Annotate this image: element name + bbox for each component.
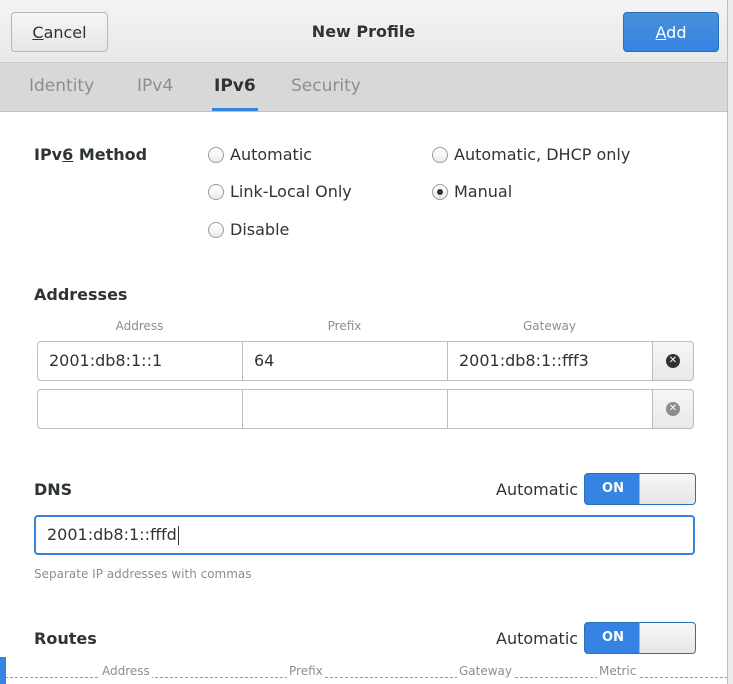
- routes-automatic-label: Automatic: [496, 629, 579, 648]
- radio-automatic-dhcp-only-circle: [432, 146, 448, 163]
- radio-automatic[interactable]: Automatic: [208, 145, 312, 164]
- radio-automatic-dhcp-only-label: Automatic, DHCP only: [454, 145, 631, 164]
- tab-identity[interactable]: Identity: [29, 63, 94, 111]
- radio-manual[interactable]: Manual: [432, 182, 512, 201]
- add-button-label: Add: [655, 22, 687, 42]
- radio-manual-label: Manual: [454, 182, 513, 201]
- ipv6-method-label: IPv6 Method: [34, 145, 148, 164]
- column-header-gateway: Gateway: [522, 319, 576, 333]
- header-bar: Cancel New Profile Add: [0, 0, 727, 63]
- text-caret: [177, 526, 179, 545]
- routes-automatic-switch[interactable]: ON: [584, 622, 696, 654]
- addresses-label: Addresses: [34, 285, 128, 304]
- dns-switch-on-label: ON: [602, 481, 624, 496]
- routes-column-header-prefix: Prefix: [287, 664, 325, 678]
- radio-link-local-only[interactable]: Link-Local Only: [208, 182, 352, 201]
- background-accent-edge: [0, 657, 6, 684]
- prefix-input[interactable]: 64: [242, 341, 448, 381]
- dns-input-value: 2001:db8:1::fffd: [47, 525, 177, 544]
- add-button[interactable]: Add: [623, 12, 719, 52]
- routes-column-header-gateway: Gateway: [457, 664, 515, 678]
- radio-automatic-label: Automatic: [230, 145, 313, 164]
- address-input-empty[interactable]: [37, 389, 243, 429]
- tab-ipv6[interactable]: IPv6: [212, 63, 258, 111]
- column-header-prefix: Prefix: [327, 319, 362, 333]
- dns-label: DNS: [34, 480, 73, 499]
- dns-automatic-switch[interactable]: ON: [584, 473, 696, 505]
- radio-disable[interactable]: Disable: [208, 220, 289, 239]
- new-profile-dialog: Cancel New Profile Add Identity IPv4 IPv…: [0, 0, 728, 684]
- tab-security[interactable]: Security: [291, 63, 361, 111]
- routes-column-header-address: Address: [100, 664, 152, 678]
- close-icon: ✕: [666, 354, 680, 368]
- routes-switch-on-label: ON: [602, 630, 624, 645]
- radio-automatic-circle: [208, 146, 224, 163]
- radio-automatic-dhcp-only[interactable]: Automatic, DHCP only: [432, 145, 630, 164]
- dns-input[interactable]: 2001:db8:1::fffd: [34, 515, 695, 555]
- routes-label: Routes: [34, 629, 97, 648]
- prefix-input-empty[interactable]: [242, 389, 448, 429]
- dns-hint: Separate IP addresses with commas: [34, 567, 252, 581]
- dns-automatic-label: Automatic: [496, 480, 579, 499]
- routes-column-header-metric: Metric: [597, 664, 639, 678]
- column-header-address: Address: [115, 319, 164, 333]
- delete-address-button[interactable]: ✕: [652, 341, 694, 381]
- gateway-input-empty[interactable]: [447, 389, 653, 429]
- close-icon: ✕: [666, 402, 680, 416]
- radio-link-local-only-circle: [208, 183, 224, 200]
- radio-disable-label: Disable: [230, 220, 290, 239]
- radio-manual-circle: [432, 183, 448, 200]
- dns-switch-knob: [639, 474, 695, 504]
- radio-link-local-only-label: Link-Local Only: [230, 182, 352, 201]
- radio-disable-circle: [208, 221, 224, 238]
- routes-switch-knob: [639, 623, 695, 653]
- gateway-input[interactable]: 2001:db8:1::fff3: [447, 341, 653, 381]
- address-input[interactable]: 2001:db8:1::1: [37, 341, 243, 381]
- dialog-title: New Profile: [311, 22, 416, 41]
- tab-bar: Identity IPv4 IPv6 Security: [0, 63, 727, 112]
- delete-empty-address-button[interactable]: ✕: [652, 389, 694, 429]
- tab-ipv4[interactable]: IPv4: [137, 63, 173, 111]
